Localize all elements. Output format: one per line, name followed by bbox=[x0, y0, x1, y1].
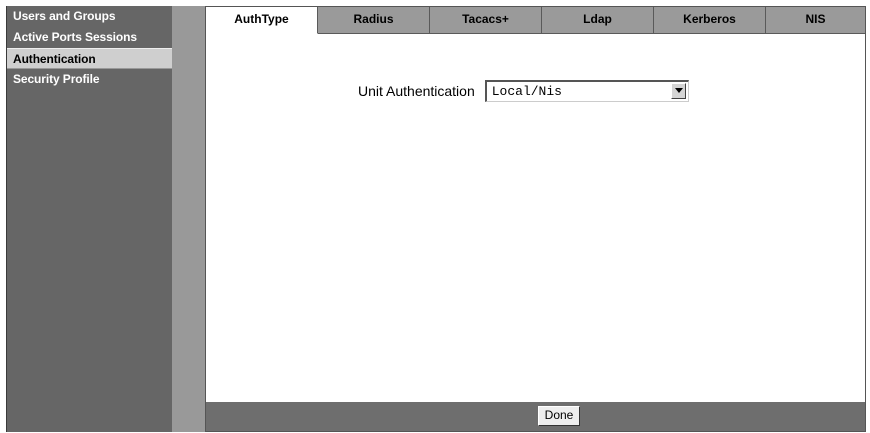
panel-gutter bbox=[172, 6, 205, 432]
unit-authentication-row: Unit Authentication Local/Nis bbox=[358, 79, 689, 103]
sidebar-item-users-and-groups[interactable]: Users and Groups bbox=[7, 6, 172, 27]
tab-ldap[interactable]: Ldap bbox=[542, 7, 654, 34]
tab-kerberos[interactable]: Kerberos bbox=[654, 7, 766, 34]
tab-authtype[interactable]: AuthType bbox=[206, 7, 318, 34]
bottom-action-bar: Done bbox=[206, 402, 865, 431]
tab-nis[interactable]: NIS bbox=[766, 7, 865, 34]
unit-authentication-select[interactable]: Local/Nis bbox=[484, 80, 689, 102]
sidebar-item-security-profile[interactable]: Security Profile bbox=[7, 69, 172, 90]
content-panel: AuthType Radius Tacacs+ Ldap Kerberos NI… bbox=[205, 6, 866, 432]
tab-tacacs[interactable]: Tacacs+ bbox=[430, 7, 542, 34]
done-button[interactable]: Done bbox=[538, 406, 580, 426]
unit-authentication-value: Local/Nis bbox=[491, 84, 562, 99]
unit-authentication-label: Unit Authentication bbox=[358, 83, 475, 99]
tab-bar: AuthType Radius Tacacs+ Ldap Kerberos NI… bbox=[206, 7, 865, 34]
tab-radius[interactable]: Radius bbox=[318, 7, 430, 34]
sidebar-item-active-ports-sessions[interactable]: Active Ports Sessions bbox=[7, 27, 172, 48]
sidebar-nav: Users and Groups Active Ports Sessions A… bbox=[6, 6, 172, 432]
sidebar-item-authentication[interactable]: Authentication bbox=[7, 48, 172, 69]
chevron-down-icon[interactable] bbox=[670, 83, 686, 99]
